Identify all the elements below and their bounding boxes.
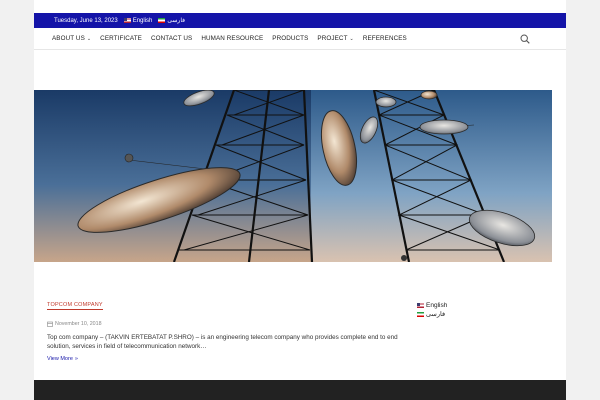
hero-telecom-towers-image bbox=[34, 90, 552, 262]
us-flag-icon bbox=[417, 303, 424, 308]
site-footer bbox=[34, 380, 566, 400]
page: Tuesday, June 13, 2023 English فارسی ABO… bbox=[0, 0, 600, 400]
nav-item-label: PRODUCTS bbox=[272, 35, 309, 42]
sidebar-language-persian[interactable]: فارسی bbox=[417, 310, 447, 319]
site-container: Tuesday, June 13, 2023 English فارسی ABO… bbox=[34, 0, 566, 400]
nav-item-project[interactable]: PROJECT ⌄ bbox=[317, 35, 353, 42]
nav-item-label: PROJECT bbox=[317, 35, 348, 42]
sidebar-language-label: English bbox=[426, 302, 448, 309]
language-persian-link[interactable]: فارسی bbox=[158, 17, 185, 24]
us-flag-icon bbox=[123, 18, 131, 23]
post-excerpt: Top com company – (TAKVIN ERTEBATAT P.SH… bbox=[47, 334, 398, 350]
top-bar: Tuesday, June 13, 2023 English فارسی bbox=[34, 13, 566, 28]
language-english-label: English bbox=[132, 17, 153, 24]
main-nav: ABOUT US ⌄ CERTIFICATE CONTACT US HUMAN … bbox=[34, 28, 566, 50]
sidebar-language-label: فارسی bbox=[426, 311, 446, 318]
nav-item-label: HUMAN RESOURCE bbox=[201, 35, 264, 42]
top-bar-date: Tuesday, June 13, 2023 bbox=[54, 17, 118, 24]
chevron-down-icon: ⌄ bbox=[86, 35, 92, 42]
nav-item-certificate[interactable]: CERTIFICATE bbox=[100, 35, 142, 42]
language-english-link[interactable]: English bbox=[123, 17, 153, 24]
double-chevron-right-icon: » bbox=[74, 356, 78, 362]
post-date-text: November 10, 2018 bbox=[55, 321, 102, 327]
chevron-down-icon: ⌄ bbox=[349, 35, 354, 42]
view-more-label: View More bbox=[47, 356, 73, 362]
nav-item-products[interactable]: PRODUCTS bbox=[272, 35, 308, 42]
nav-item-label: CONTACT US bbox=[150, 35, 193, 42]
nav-item-about-us[interactable]: ABOUT US ⌄ bbox=[52, 35, 91, 42]
nav-item-label: CERTIFICATE bbox=[100, 35, 142, 42]
sidebar-language-switcher: English فارسی bbox=[417, 301, 447, 319]
nav-item-label: ABOUT US bbox=[52, 35, 85, 42]
nav-item-contact-us[interactable]: CONTACT US bbox=[151, 35, 192, 42]
iran-flag-icon bbox=[417, 312, 424, 317]
nav-item-references[interactable]: REFERENCES bbox=[363, 35, 407, 42]
language-persian-label: فارسی bbox=[167, 18, 186, 24]
post-category-link[interactable]: TOPCOM COMPANY bbox=[47, 302, 103, 310]
post-date: November 10, 2018 bbox=[47, 321, 102, 327]
sidebar-language-english[interactable]: English bbox=[417, 301, 447, 310]
nav-item-human-resource[interactable]: HUMAN RESOURCE bbox=[201, 35, 263, 42]
iran-flag-icon bbox=[158, 18, 166, 23]
search-icon[interactable] bbox=[520, 34, 530, 44]
calendar-icon bbox=[47, 321, 53, 327]
nav-item-label: REFERENCES bbox=[362, 35, 407, 42]
view-more-link[interactable]: View More » bbox=[47, 356, 78, 362]
